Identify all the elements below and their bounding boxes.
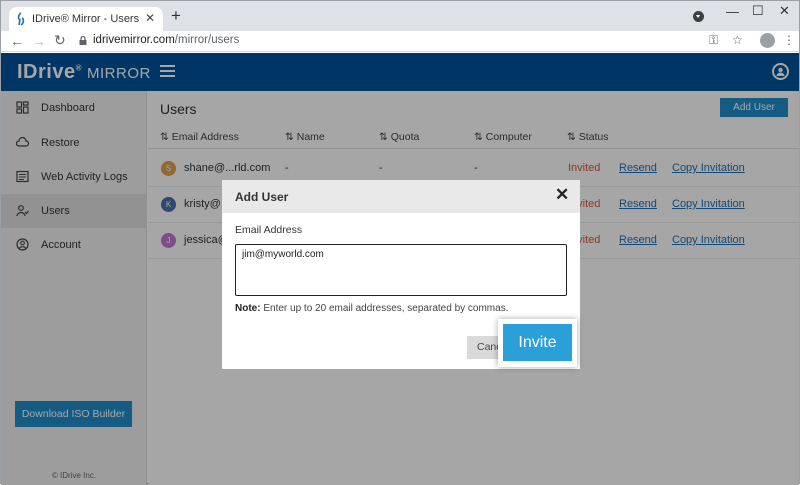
lock-icon <box>79 36 87 45</box>
dialog-title: Add User <box>235 190 289 204</box>
tab-close-icon[interactable]: ✕ <box>145 11 155 25</box>
idrive-favicon-icon <box>17 12 25 26</box>
url-host: idrivemirror.com <box>93 34 175 46</box>
profile-avatar-icon[interactable] <box>760 33 775 48</box>
invite-button[interactable]: Invite <box>503 324 572 361</box>
invite-highlight: Invite <box>498 319 577 367</box>
dialog-header: Add User ✕ <box>222 180 580 213</box>
menu-kebab-icon[interactable]: ⋮ <box>783 33 795 47</box>
note-label: Note: <box>235 303 261 314</box>
note-text: Enter up to 20 email addresses, separate… <box>260 303 509 314</box>
tab-strip: IDrive® Mirror - Users ✕ + — ☐ ✕ <box>1 1 799 31</box>
email-field[interactable]: jim@myworld.com <box>235 244 567 296</box>
tab-search-icon[interactable] <box>693 11 704 22</box>
email-field-label: Email Address <box>235 224 303 236</box>
close-icon[interactable]: ✕ <box>555 186 569 204</box>
add-user-dialog: Add User ✕ Email Address jim@myworld.com… <box>222 180 580 369</box>
browser-window: IDrive® Mirror - Users ✕ + — ☐ ✕ ← → ↻ i… <box>0 0 800 485</box>
reload-icon[interactable]: ↻ <box>54 32 66 49</box>
browser-tab[interactable]: IDrive® Mirror - Users ✕ <box>9 7 163 31</box>
maximize-icon[interactable]: ☐ <box>752 3 764 19</box>
url-path: /mirror/users <box>174 34 240 46</box>
minimize-icon[interactable]: — <box>726 4 739 19</box>
key-icon[interactable]: ⚿ <box>709 33 718 48</box>
back-icon[interactable]: ← <box>10 33 24 49</box>
url-field[interactable]: idrivemirror.com/mirror/users <box>93 34 239 46</box>
address-bar: ← → ↻ idrivemirror.com/mirror/users ⚿ ☆ … <box>1 31 799 52</box>
tab-title: IDrive® Mirror - Users <box>32 13 140 25</box>
window-close-icon[interactable]: ✕ <box>779 3 790 19</box>
star-icon[interactable]: ☆ <box>732 33 743 47</box>
new-tab-button[interactable]: + <box>171 7 181 25</box>
forward-icon[interactable]: → <box>32 33 46 49</box>
modal-backdrop-header <box>1 53 799 91</box>
email-note: Note: Enter up to 20 email addresses, se… <box>235 303 508 314</box>
